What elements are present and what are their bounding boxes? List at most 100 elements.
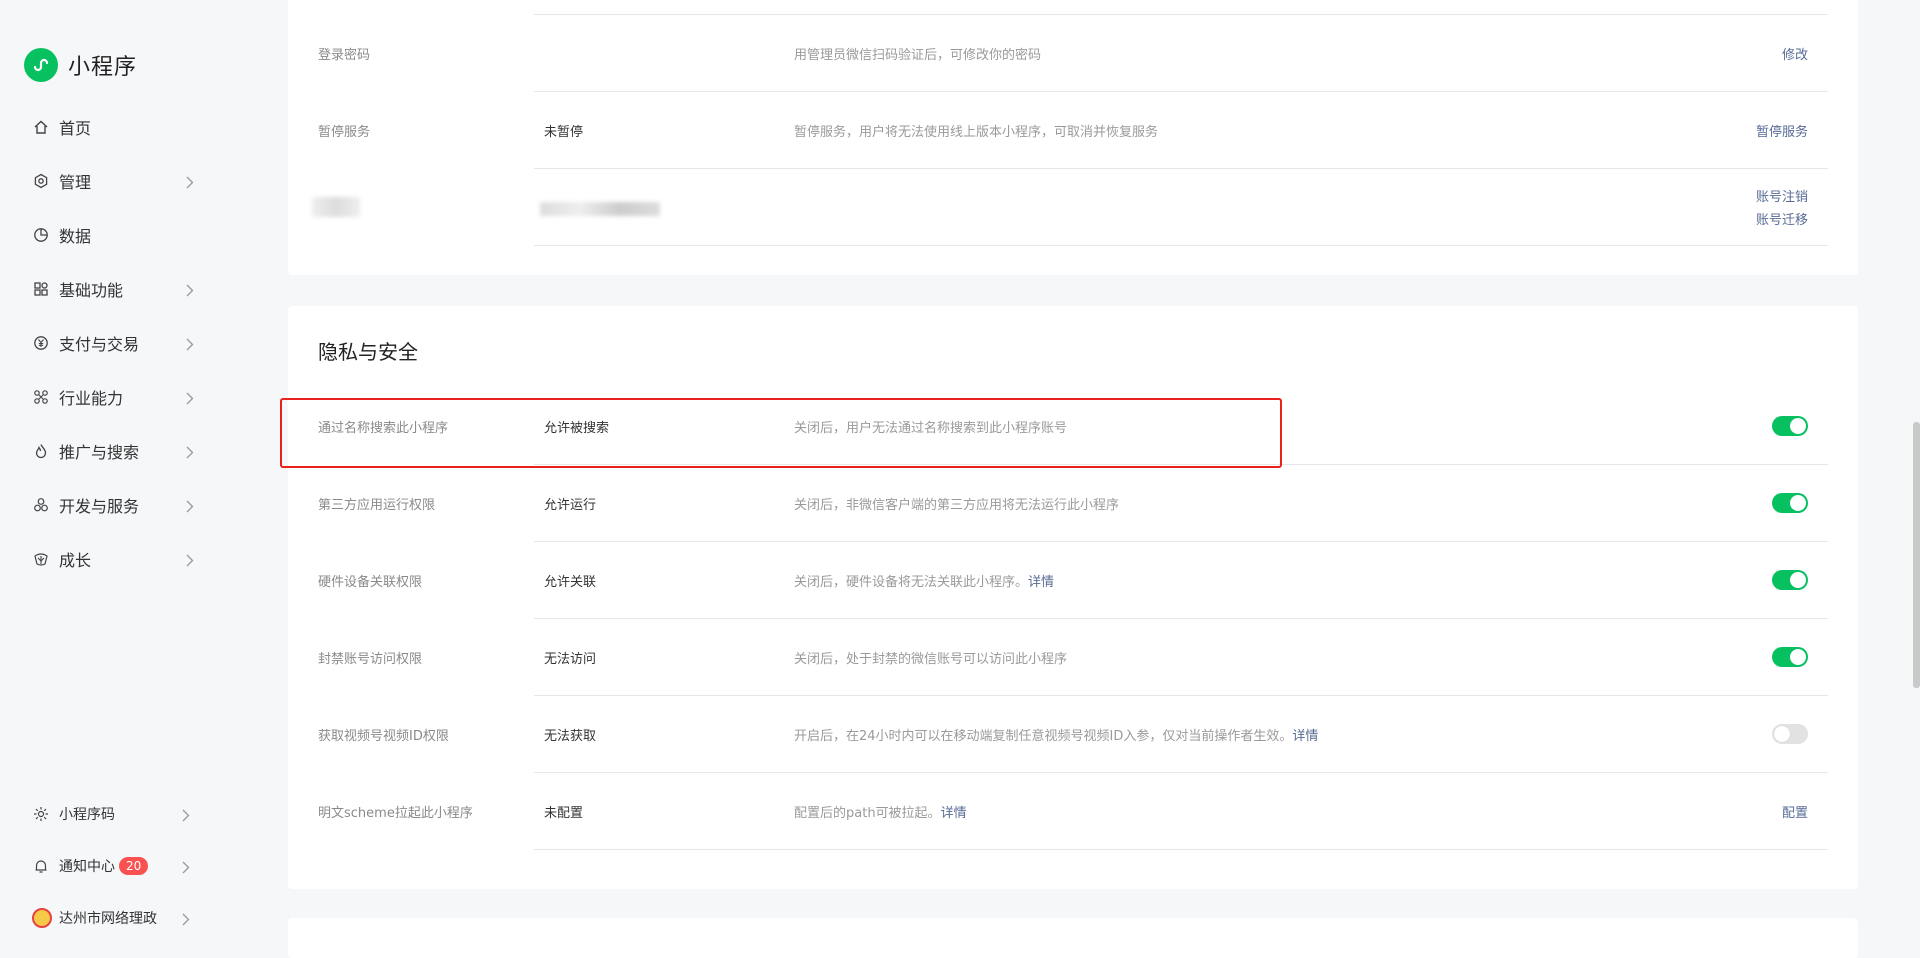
details-link[interactable]: 详情 [1292,725,1318,744]
divider [534,849,1828,850]
industry-icon [32,388,50,406]
setting-label: 通过名称搜索此小程序 [318,420,449,436]
chevron-right-icon [186,498,194,517]
yuan-icon [32,334,50,352]
qrcode-icon [32,805,50,823]
setting-desc: 关闭后，处于封禁的微信账号可以访问此小程序 [794,651,1068,667]
banned-access-toggle[interactable] [1772,647,1808,667]
sidebar-item-label: 基础功能 [59,281,124,300]
setting-row-banned-access: 封禁账号访问权限 无法访问 关闭后，处于封禁的微信账号可以访问此小程序 [318,619,1828,696]
toggle-knob [1790,495,1806,511]
sidebar-item-industry[interactable]: 行业能力 [32,379,200,415]
redacted-value [540,202,660,216]
setting-label: 明文scheme拉起此小程序 [318,805,473,821]
sidebar: 小程序 首页 管理 数据 基础功能 支付与交易 行业能力 推广与搜索 开发与服务 [0,0,215,953]
chevron-right-icon [186,390,194,409]
details-link[interactable]: 详情 [941,802,967,821]
sidebar-item-account[interactable]: 达州市网络理政 [32,900,200,936]
sidebar-item-label: 数据 [59,227,92,246]
chevron-right-icon [186,444,194,463]
sidebar-item-label: 行业能力 [59,389,124,408]
migrate-account-link[interactable]: 账号迁移 [1756,209,1808,228]
setting-row-plain-scheme: 明文scheme拉起此小程序 未配置 配置后的path可被拉起。 详情 配置 [318,773,1828,850]
account-settings-card: 登录密码 用管理员微信扫码验证后，可修改你的密码 修改 暂停服务 未暂停 暂停服… [288,0,1858,275]
manage-icon [32,172,50,190]
sidebar-item-basic-features[interactable]: 基础功能 [32,271,200,307]
next-section-card [288,918,1858,958]
setting-desc: 暂停服务，用户将无法使用线上版本小程序，可取消并恢复服务 [794,124,1159,140]
sidebar-item-qrcode[interactable]: 小程序码 [32,796,200,832]
sidebar-item-payment[interactable]: 支付与交易 [32,325,200,361]
setting-row-video-id: 获取视频号视频ID权限 无法获取 开启后，在24小时内可以在移动端复制任意视频号… [318,696,1828,773]
setting-desc: 关闭后，非微信客户端的第三方应用将无法运行此小程序 [794,497,1120,513]
setting-desc: 关闭后，硬件设备将无法关联此小程序。 [794,574,1029,590]
setting-label: 获取视频号视频ID权限 [318,728,449,744]
notification-count-badge: 20 [119,857,149,875]
sidebar-item-growth[interactable]: 成长 [32,541,200,577]
section-title: 隐私与安全 [318,340,418,364]
video-id-toggle[interactable] [1772,724,1808,744]
setting-value: 无法获取 [544,728,597,744]
privacy-security-card: 隐私与安全 通过名称搜索此小程序 允许被搜索 关闭后，用户无法通过名称搜索到此小… [288,306,1858,889]
growth-icon [32,550,50,568]
grid-icon [32,280,50,298]
sidebar-item-label: 推广与搜索 [59,443,140,462]
setting-value: 未配置 [544,805,584,821]
sidebar-item-data[interactable]: 数据 [32,217,200,253]
sidebar-item-label: 成长 [59,551,92,570]
setting-row-suspend-service: 暂停服务 未暂停 暂停服务，用户将无法使用线上版本小程序，可取消并恢复服务 暂停… [318,92,1828,169]
setting-value: 无法访问 [544,651,597,667]
toggle-knob [1790,572,1806,588]
sidebar-item-manage[interactable]: 管理 [32,163,200,199]
setting-value: 允许被搜索 [544,420,610,436]
chevron-right-icon [186,552,194,571]
sidebar-item-dev-services[interactable]: 开发与服务 [32,487,200,523]
setting-desc: 开启后，在24小时内可以在移动端复制任意视频号视频ID入参，仅对当前操作者生效。 [794,728,1293,744]
sidebar-item-label: 通知中心 [59,859,115,875]
account-name: 达州市网络理政 [59,911,157,927]
chevron-right-icon [186,174,194,193]
sidebar-item-label: 支付与交易 [59,335,140,354]
brand-name: 小程序 [68,55,138,80]
sidebar-item-label: 小程序码 [59,807,115,823]
chevron-right-icon [186,282,194,301]
cancel-account-link[interactable]: 账号注销 [1756,186,1808,205]
chevron-right-icon [182,859,190,878]
setting-row-account: 账号注销 账号迁移 [312,169,1828,246]
setting-label: 封禁账号访问权限 [318,651,423,667]
dev-icon [32,496,50,514]
bell-icon [32,857,50,875]
sidebar-item-notifications[interactable]: 通知中心 20 [32,848,200,884]
setting-value: 未暂停 [544,124,584,140]
miniprogram-logo-icon [24,48,58,82]
details-link[interactable]: 详情 [1028,571,1054,590]
sidebar-item-promotion[interactable]: 推广与搜索 [32,433,200,469]
brand[interactable]: 小程序 [24,48,137,82]
setting-value: 允许运行 [544,497,597,513]
setting-desc: 关闭后，用户无法通过名称搜索到此小程序账号 [794,420,1068,436]
chevron-right-icon [182,807,190,826]
setting-desc: 用管理员微信扫码验证后，可修改你的密码 [794,47,1042,63]
setting-row-login-password: 登录密码 用管理员微信扫码验证后，可修改你的密码 修改 [318,15,1828,92]
flame-icon [32,442,50,460]
sidebar-item-home[interactable]: 首页 [32,109,200,145]
configure-link[interactable]: 配置 [1782,802,1808,821]
redacted-label [312,197,360,217]
search-by-name-toggle[interactable] [1772,416,1808,436]
toggle-knob [1790,649,1806,665]
data-icon [32,226,50,244]
hardware-link-toggle[interactable] [1772,570,1808,590]
chevron-right-icon [186,336,194,355]
sidebar-item-label: 管理 [59,173,92,192]
setting-label: 硬件设备关联权限 [318,574,423,590]
page-scrollbar[interactable] [1913,422,1920,688]
setting-label: 登录密码 [318,47,371,63]
suspend-service-link[interactable]: 暂停服务 [1756,121,1808,140]
modify-password-link[interactable]: 修改 [1782,44,1808,63]
setting-label: 暂停服务 [318,124,371,140]
chevron-right-icon [182,911,190,930]
setting-row-third-party-run: 第三方应用运行权限 允许运行 关闭后，非微信客户端的第三方应用将无法运行此小程序 [318,465,1828,542]
sidebar-item-label: 首页 [59,119,92,138]
third-party-run-toggle[interactable] [1772,493,1808,513]
account-avatar [32,908,52,928]
